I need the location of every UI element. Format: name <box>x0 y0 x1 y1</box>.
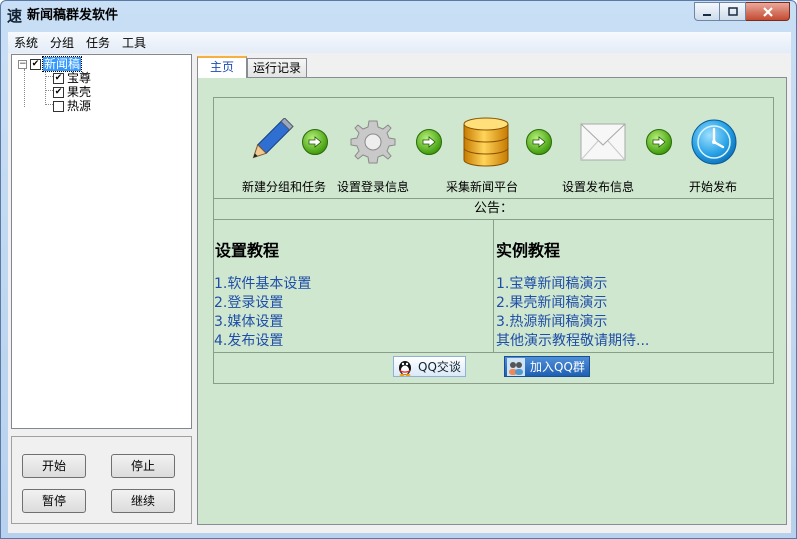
tab-strip: 主页 运行记录 <box>197 56 308 78</box>
tab-run-log[interactable]: 运行记录 <box>247 58 308 78</box>
menu-system[interactable]: 系统 <box>8 33 44 53</box>
tree-item-label[interactable]: 果壳 <box>66 85 92 99</box>
minimize-button[interactable] <box>694 2 720 21</box>
maximize-button[interactable] <box>720 2 746 21</box>
tree-root: − ✔ 新闻稿 <box>18 56 83 72</box>
pencil-icon[interactable] <box>244 118 294 166</box>
setup-link-login[interactable]: 2.登录设置 <box>214 294 283 313</box>
step-new-group-label[interactable]: 新建分组和任务 <box>242 178 326 195</box>
column-divider <box>493 220 494 352</box>
tree-item-checkbox[interactable]: ✔ <box>53 86 64 98</box>
divider <box>214 198 773 199</box>
qq-penguin-icon <box>399 360 411 376</box>
qq-chat-button[interactable]: QQ交谈 <box>393 356 466 377</box>
minimize-icon <box>703 13 711 16</box>
step-publish-settings-label[interactable]: 设置发布信息 <box>562 178 634 195</box>
step-login-label[interactable]: 设置登录信息 <box>337 178 409 195</box>
client-area: − ✔ 新闻稿 ✔ 宝尊 ✔ 果壳 热源 开始 停止 暂停 继续 主页 运行记录… <box>8 53 791 533</box>
resume-button[interactable]: 继续 <box>111 489 175 513</box>
arrow-right-icon <box>416 129 442 155</box>
envelope-icon[interactable] <box>580 123 626 161</box>
control-panel: 开始 停止 暂停 继续 <box>11 436 192 524</box>
setup-link-publish[interactable]: 4.发布设置 <box>214 332 283 351</box>
join-qq-group-button[interactable]: 加入QQ群 <box>504 356 590 377</box>
menu-group[interactable]: 分组 <box>44 33 80 53</box>
window-title: 新闻稿群发软件 <box>27 8 119 23</box>
tree-root-checkbox[interactable]: ✔ <box>30 58 41 70</box>
tree-item-reyuan: 热源 <box>53 99 92 113</box>
step-collect-label[interactable]: 采集新闻平台 <box>446 178 518 195</box>
menu-tools[interactable]: 工具 <box>116 33 152 53</box>
tree-item-checkbox[interactable] <box>53 100 64 112</box>
arrow-right-icon <box>646 129 672 155</box>
tree-connector <box>45 69 46 105</box>
setup-link-basic[interactable]: 1.软件基本设置 <box>214 275 311 294</box>
tree-root-label[interactable]: 新闻稿 <box>41 56 83 72</box>
example-link-guoke[interactable]: 2.果壳新闻稿演示 <box>496 294 607 313</box>
gear-icon[interactable] <box>349 118 397 166</box>
tree-connector <box>45 104 53 105</box>
notice-label: 公告： <box>473 201 513 216</box>
workflow-steps: 新建分组和任务 设置登录信息 采集新闻平台 设置发布信息 开始发布 <box>214 98 773 198</box>
divider <box>214 352 773 353</box>
example-link-reyuan[interactable]: 3.热源新闻稿演示 <box>496 313 607 332</box>
start-button[interactable]: 开始 <box>22 454 86 478</box>
step-start-publish-label[interactable]: 开始发布 <box>689 178 737 195</box>
pause-button[interactable]: 暂停 <box>22 489 86 513</box>
tree-item-label[interactable]: 宝尊 <box>66 71 92 85</box>
setup-link-media[interactable]: 3.媒体设置 <box>214 313 283 332</box>
tree-item-guoke: ✔ 果壳 <box>53 85 92 99</box>
setup-tutorial-title: 设置教程 <box>215 241 280 260</box>
tree-item-baozun: ✔ 宝尊 <box>53 71 92 85</box>
tab-home[interactable]: 主页 <box>197 56 248 78</box>
home-page: 新建分组和任务 设置登录信息 采集新闻平台 设置发布信息 开始发布 公告： 设置… <box>197 77 787 525</box>
home-grid: 新建分组和任务 设置登录信息 采集新闻平台 设置发布信息 开始发布 公告： 设置… <box>213 97 774 384</box>
example-link-more[interactable]: 其他演示教程敬请期待... <box>496 332 649 351</box>
clock-icon[interactable] <box>690 118 738 166</box>
qq-chat-label: QQ交谈 <box>418 360 461 374</box>
maximize-icon <box>727 6 738 16</box>
join-qq-group-label: 加入QQ群 <box>530 360 585 374</box>
example-tutorial-title: 实例教程 <box>496 241 561 260</box>
tree-connector <box>24 69 25 107</box>
arrow-right-icon <box>302 129 328 155</box>
tree-item-checkbox[interactable]: ✔ <box>53 72 64 84</box>
close-button[interactable] <box>746 2 790 21</box>
tree-connector <box>45 90 53 91</box>
example-link-baozun[interactable]: 1.宝尊新闻稿演示 <box>496 275 607 294</box>
arrow-right-icon <box>526 129 552 155</box>
tree-item-label[interactable]: 热源 <box>66 99 92 113</box>
database-icon[interactable] <box>462 116 510 168</box>
group-tree[interactable]: − ✔ 新闻稿 ✔ 宝尊 ✔ 果壳 热源 <box>11 54 192 429</box>
close-icon <box>762 6 773 17</box>
collapse-icon[interactable]: − <box>18 59 27 69</box>
menu-bar: 系统 分组 任务 工具 <box>8 32 791 53</box>
window-controls <box>694 2 790 21</box>
app-window: 速 新闻稿群发软件 系统 分组 任务 工具 − ✔ 新闻稿 ✔ 宝尊 ✔ 果壳 … <box>0 0 797 539</box>
app-icon: 速 <box>7 7 23 25</box>
qq-group-icon <box>507 357 525 376</box>
tree-connector <box>45 76 53 77</box>
title-bar[interactable]: 速 新闻稿群发软件 <box>1 1 796 31</box>
menu-task[interactable]: 任务 <box>80 33 116 53</box>
stop-button[interactable]: 停止 <box>111 454 175 478</box>
